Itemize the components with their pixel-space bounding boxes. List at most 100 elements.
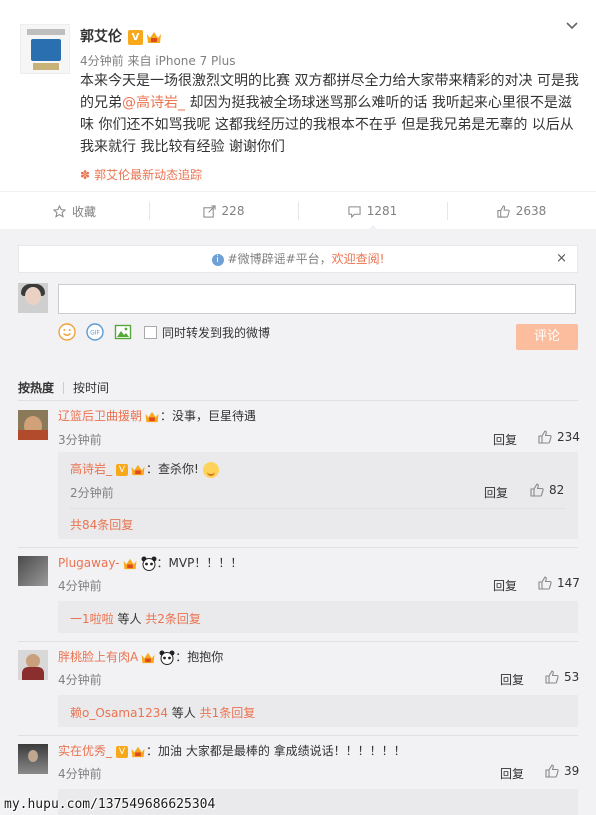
verified-icon: V — [116, 745, 129, 758]
more-replies-link[interactable]: 共84条回复 — [70, 516, 133, 533]
mention-link[interactable]: @高诗岩_ — [122, 95, 185, 111]
panda-icon — [159, 650, 175, 665]
more-replies-mid: 等人 — [167, 706, 200, 720]
more-replies-mid: 等人 — [113, 612, 146, 626]
site-watermark: my.hupu.com/137549686625304 — [4, 797, 216, 812]
comment-button[interactable]: 1281 — [298, 192, 447, 231]
like-button[interactable]: 2638 — [447, 192, 596, 230]
repost-button[interactable]: 228 — [149, 192, 298, 230]
notice-text: #微博辟谣#平台， — [227, 252, 332, 266]
commenter-name[interactable]: 辽篮后卫曲援朝 — [58, 409, 142, 423]
notice-link[interactable]: 欢迎查阅! — [332, 252, 385, 266]
repost-to-my-weibo-checkbox[interactable]: 同时转发到我的微博 — [144, 324, 270, 341]
post-body: 本来今天是一场很激烈文明的比赛 双方都拼尽全力给大家带来精彩的对决 可是我的兄弟… — [80, 70, 580, 158]
checkbox-box — [144, 325, 157, 339]
more-replies-link[interactable]: 赖o_Osama1234 等人 共1条回复 — [70, 704, 255, 721]
comment-time: 4分钟前 — [58, 767, 102, 781]
vip-crown-icon — [145, 411, 159, 423]
replier-name: 一1啦啦 — [70, 612, 114, 626]
comment-time: 3分钟前 — [58, 433, 102, 447]
verified-icon: V — [128, 29, 143, 45]
current-user-avatar[interactable] — [18, 283, 48, 313]
smirk-emoji-icon — [202, 461, 219, 478]
comment-like-button[interactable]: 234 — [538, 430, 580, 444]
flower-icon: ✽ — [80, 168, 91, 182]
commenter-avatar[interactable] — [18, 410, 48, 440]
vip-crown-icon — [141, 652, 155, 664]
author-name-row: 郭艾伦 V — [80, 26, 162, 46]
more-replies-label: 共1条回复 — [199, 706, 256, 720]
comment-text-row: Plugaway- ：MVP！！！！ — [58, 554, 242, 571]
post-meta: 4分钟前 来自 iPhone 7 Plus — [80, 54, 236, 68]
comment-like-button[interactable]: 39 — [545, 764, 579, 778]
commenter-name[interactable]: 胖桃脸上有肉A — [58, 650, 138, 664]
close-icon[interactable]: × — [556, 246, 567, 272]
submit-comment-button[interactable]: 评论 — [516, 324, 578, 350]
like-count: 2638 — [515, 204, 547, 218]
thumbs-up-icon — [538, 576, 552, 590]
divider — [18, 735, 578, 736]
author-name[interactable]: 郭艾伦 — [80, 29, 122, 45]
vip-crown-icon — [147, 32, 161, 43]
chevron-down-icon[interactable] — [566, 20, 578, 32]
follow-updates-label: 郭艾伦最新动态追踪 — [94, 168, 203, 182]
like-count: 82 — [549, 483, 565, 497]
commenter-avatar[interactable] — [18, 744, 48, 774]
sort-by-hot-tab[interactable]: 按热度 — [18, 379, 54, 396]
reply-button[interactable]: 回复 — [493, 431, 517, 448]
author-avatar[interactable] — [20, 24, 70, 74]
commenter-name[interactable]: 实在优秀_ — [58, 744, 112, 758]
sort-by-time-tab[interactable]: 按时间 — [73, 379, 109, 396]
thumbs-up-icon — [545, 764, 559, 778]
post-action-bar: 收藏 228 1281 2638 — [0, 191, 596, 231]
comment-input[interactable] — [58, 284, 576, 314]
comment-text-row: 辽篮后卫曲援朝 ：没事，巨星待遇 — [58, 407, 256, 424]
image-icon[interactable] — [114, 323, 132, 341]
follow-updates-link[interactable]: ✽ 郭艾伦最新动态追踪 — [80, 166, 202, 183]
comment-body: ：MVP！！！！ — [156, 556, 243, 570]
divider — [18, 547, 578, 548]
repost-count: 228 — [221, 204, 245, 218]
favorite-button[interactable]: 收藏 — [0, 192, 149, 230]
emoji-icon[interactable] — [58, 323, 76, 341]
comment-icon — [348, 205, 361, 218]
more-replies-label: 共2条回复 — [145, 612, 201, 626]
vip-crown-icon — [131, 746, 145, 758]
commenter-name[interactable]: Plugaway- — [58, 556, 120, 570]
vip-crown-icon — [123, 558, 137, 570]
comments-section: i #微博辟谣#平台，欢迎查阅! × GIF 同时转发到我的微博 评论 按热度 按… — [0, 229, 596, 815]
divider — [18, 641, 578, 642]
sub-reply-time: 2分钟前 — [70, 486, 114, 500]
composer-tools: GIF 同时转发到我的微博 — [58, 323, 270, 341]
thumbs-up-icon — [530, 483, 544, 497]
like-count: 39 — [564, 764, 580, 778]
favorite-label: 收藏 — [71, 204, 96, 219]
comment-like-button[interactable]: 53 — [545, 670, 579, 684]
comment-text-row: 实在优秀_ V ：加油 大家都是最棒的 拿成绩说话！！！！！！ — [58, 742, 406, 759]
commenter-avatar[interactable] — [18, 650, 48, 680]
comment-text-row: 胖桃脸上有肉A ：抱抱你 — [58, 648, 223, 665]
weibo-post: 郭艾伦 V 4分钟前 来自 iPhone 7 Plus 本来今天是一场很激烈文明的… — [0, 0, 596, 191]
sub-replier-name[interactable]: 高诗岩_ — [70, 462, 112, 476]
star-icon — [52, 204, 66, 218]
more-replies-label: 共84条回复 — [70, 518, 134, 532]
like-count: 53 — [564, 670, 580, 684]
like-count: 147 — [557, 576, 580, 590]
gif-icon[interactable]: GIF — [86, 323, 104, 341]
vip-crown-icon — [131, 464, 145, 476]
verified-icon: V — [116, 463, 129, 476]
comment-like-button[interactable]: 147 — [538, 576, 580, 590]
sub-reply-like-button[interactable]: 82 — [530, 483, 564, 497]
rumor-notice-bar: i #微博辟谣#平台，欢迎查阅! × — [18, 245, 578, 273]
comment-body: ：抱抱你 — [175, 650, 224, 664]
reply-button[interactable]: 回复 — [493, 577, 517, 594]
comment-time: 4分钟前 — [58, 673, 102, 687]
reply-button[interactable]: 回复 — [500, 765, 524, 782]
thumbs-up-icon — [545, 670, 559, 684]
more-replies-link[interactable]: 一1啦啦 等人 共2条回复 — [70, 610, 201, 627]
reply-button[interactable]: 回复 — [484, 484, 508, 501]
like-count: 234 — [557, 430, 580, 444]
reply-button[interactable]: 回复 — [500, 671, 524, 688]
commenter-avatar[interactable] — [18, 556, 48, 586]
divider — [70, 508, 566, 509]
